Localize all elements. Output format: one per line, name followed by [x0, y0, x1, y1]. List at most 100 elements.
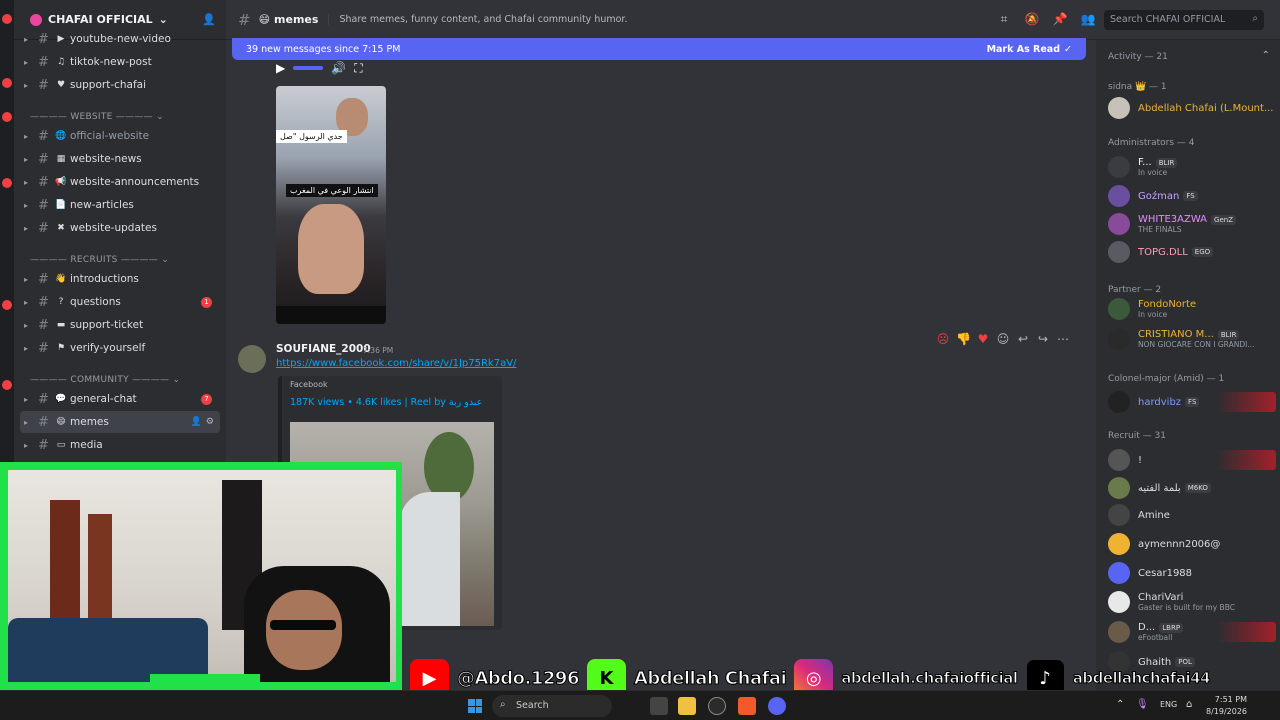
- sidebar-item-verify-yourself[interactable]: ▸ # ⚑ verify-yourself: [20, 337, 220, 359]
- member-item[interactable]: FondoNorte In voice: [1108, 295, 1276, 323]
- hash-icon: #: [38, 128, 49, 144]
- mark-as-read-button[interactable]: Mark As Read: [987, 44, 1060, 55]
- add-member-icon[interactable]: 👤: [202, 13, 216, 26]
- member-item[interactable]: Cesar1988: [1108, 559, 1276, 587]
- chevron-up-icon[interactable]: ⌃: [1262, 50, 1270, 61]
- windows-start-icon[interactable]: [468, 699, 482, 713]
- volume-icon[interactable]: 🔊: [331, 61, 346, 75]
- mute-bell-icon[interactable]: 🔕: [1024, 12, 1040, 28]
- more-icon[interactable]: ⋯: [1056, 332, 1070, 346]
- video-caption: جدي الرسول "صل: [276, 130, 347, 143]
- new-messages-bar[interactable]: 39 new messages since 7:15 PM Mark As Re…: [232, 38, 1086, 60]
- search-icon: ⌕: [500, 699, 506, 710]
- video-control-bar[interactable]: [276, 306, 386, 324]
- member-item[interactable]: بلمة الفتيه M6KO: [1108, 474, 1276, 502]
- system-clock[interactable]: 7:51 PM 8/19/2026: [1206, 694, 1247, 718]
- threads-icon[interactable]: ⌗: [996, 12, 1012, 28]
- member-item[interactable]: F... BLIR In voice: [1108, 153, 1276, 181]
- tray-chevron-icon[interactable]: ⌃: [1116, 699, 1124, 710]
- gear-icon[interactable]: ⚙: [206, 417, 214, 427]
- sidebar-item-support-ticket[interactable]: ▸ # ▬ support-ticket: [20, 314, 220, 336]
- member-item[interactable]: aymennn2006@: [1108, 530, 1276, 558]
- member-item[interactable]: !: [1108, 446, 1276, 474]
- sidebar-item-media[interactable]: ▸ # ▭ media: [20, 434, 220, 456]
- notification-dot[interactable]: [2, 178, 12, 188]
- pin-icon[interactable]: 📌: [1052, 12, 1068, 28]
- heart-icon[interactable]: ♥: [976, 332, 990, 346]
- member-status: In voice: [1138, 168, 1168, 177]
- video-attachment[interactable]: جدي الرسول "صل انتشار الوعي في المغرب: [276, 86, 386, 324]
- task-view-icon[interactable]: [650, 697, 668, 715]
- play-icon[interactable]: ▶: [276, 61, 285, 75]
- hash-icon: #: [238, 10, 251, 29]
- add-reaction-icon[interactable]: ☺: [996, 332, 1010, 346]
- member-item[interactable]: Goźman FS: [1108, 182, 1276, 210]
- member-item[interactable]: D... LBRP eFootball: [1108, 618, 1276, 646]
- network-icon[interactable]: ⌂: [1186, 699, 1192, 710]
- category-header[interactable]: ———— COMMUNITY ———— ⌄: [30, 375, 226, 385]
- activity-header[interactable]: Activity — 21: [1108, 52, 1168, 62]
- member-name: Abdellah Chafai (L.Mount...: [1138, 102, 1274, 114]
- sidebar-item-website-news[interactable]: ▸ # ▦ website-news: [20, 148, 220, 170]
- fullscreen-icon[interactable]: ⛶: [354, 61, 362, 76]
- member-item[interactable]: TOPG.DLL EGO: [1108, 238, 1276, 266]
- notification-dot[interactable]: [2, 112, 12, 122]
- member-item[interactable]: CRISTIANO M... BLIR NON GIOCARE CON I GRAN…: [1108, 325, 1276, 353]
- language-indicator[interactable]: ENG: [1160, 700, 1177, 709]
- sidebar-item-website-announcements[interactable]: ▸ # 📢 website-announcements: [20, 171, 220, 193]
- notification-dot[interactable]: [2, 14, 12, 24]
- sidebar-item-website-updates[interactable]: ▸ # ✖ website-updates: [20, 217, 220, 239]
- sidebar-item-youtube-new-video[interactable]: ▸ # ▶ youtube-new-video: [20, 28, 220, 50]
- category-header[interactable]: ———— WEBSITE ———— ⌄: [30, 112, 226, 122]
- search-input[interactable]: Search CHAFAI OFFICIAL ⌕: [1104, 10, 1264, 30]
- category-header[interactable]: ———— RECRUITS ———— ⌄: [30, 255, 226, 265]
- sidebar-item-questions[interactable]: ▸ #? questions 1: [20, 291, 220, 313]
- hash-icon: #: [38, 391, 49, 407]
- obs-icon[interactable]: [708, 697, 726, 715]
- forward-icon[interactable]: ↪: [1036, 332, 1050, 346]
- server-icon: [30, 13, 42, 26]
- sidebar-item-new-articles[interactable]: ▸ # 📄 new-articles: [20, 194, 220, 216]
- chevron-right-icon: ▸: [24, 57, 29, 67]
- embed-title[interactable]: 187K views • 4.6K likes | Reel by عبدو ر…: [290, 397, 494, 408]
- screen: CHAFAI OFFICIAL ⌄ 👤 ▸ # ▶ youtube-new-video…: [0, 0, 1280, 720]
- sidebar-item-support-chafai[interactable]: ▸ # ♥ support-chafai: [20, 74, 220, 96]
- member-text: WHITE3AZWA GenZ THE FINALS: [1138, 214, 1236, 234]
- avatar: [1108, 449, 1130, 471]
- reaction-icon[interactable]: ☹: [936, 332, 950, 346]
- discord-icon[interactable]: [768, 697, 786, 715]
- message-author[interactable]: SOUFIANE_2000: [276, 343, 371, 355]
- member-list-icon[interactable]: 👥: [1080, 12, 1096, 28]
- avatar: [1108, 97, 1130, 119]
- invite-icon[interactable]: 👤: [191, 417, 202, 427]
- member-item[interactable]: ChariVari Gaster is built for my BBC: [1108, 588, 1276, 616]
- notification-dot[interactable]: [2, 300, 12, 310]
- thumbs-down-icon[interactable]: 👎: [956, 332, 971, 346]
- microphone-icon[interactable]: 🎙: [1136, 699, 1149, 710]
- sidebar-item-introductions[interactable]: ▸ # 👋 introductions: [20, 268, 220, 290]
- video-progress[interactable]: [293, 66, 324, 70]
- sidebar-item-general-chat[interactable]: ▸ # 💬 general-chat 7: [20, 388, 220, 410]
- sidebar-item-label: official-website: [70, 130, 150, 142]
- member-item[interactable]: hardvibz FS: [1108, 388, 1276, 416]
- member-item[interactable]: WHITE3AZWA GenZ THE FINALS: [1108, 210, 1276, 238]
- channel-emoji-icon: ?: [58, 297, 64, 307]
- member-item[interactable]: Amine: [1108, 501, 1276, 529]
- avatar[interactable]: [238, 345, 266, 373]
- notification-dot[interactable]: [2, 380, 12, 390]
- message-link[interactable]: https://www.facebook.com/share/v/1Jp75Rk…: [276, 358, 516, 369]
- embed-provider[interactable]: Facebook: [290, 380, 494, 389]
- taskbar-search[interactable]: ⌕ Search: [492, 695, 612, 717]
- sidebar-item-official-website[interactable]: ▸ # 🌐 official-website: [20, 125, 220, 147]
- member-item[interactable]: Abdellah Chafai (L.Mount...: [1108, 94, 1276, 122]
- chevron-right-icon: ▸: [24, 177, 29, 187]
- reply-icon[interactable]: ↩: [1016, 332, 1030, 346]
- file-explorer-icon[interactable]: [678, 697, 696, 715]
- sidebar-item-memes[interactable]: ▸ # 😄 memes 👤 ⚙: [20, 411, 220, 433]
- channel-emoji-icon: ▬: [56, 320, 66, 330]
- notification-dot[interactable]: [2, 78, 12, 88]
- channel-topic[interactable]: Share memes, funny content, and Chafai c…: [328, 14, 627, 25]
- sidebar-item-tiktok-new-post[interactable]: ▸ # ♫ tiktok-new-post: [20, 51, 220, 73]
- member-text: Cesar1988: [1138, 568, 1192, 579]
- brave-icon[interactable]: [738, 697, 756, 715]
